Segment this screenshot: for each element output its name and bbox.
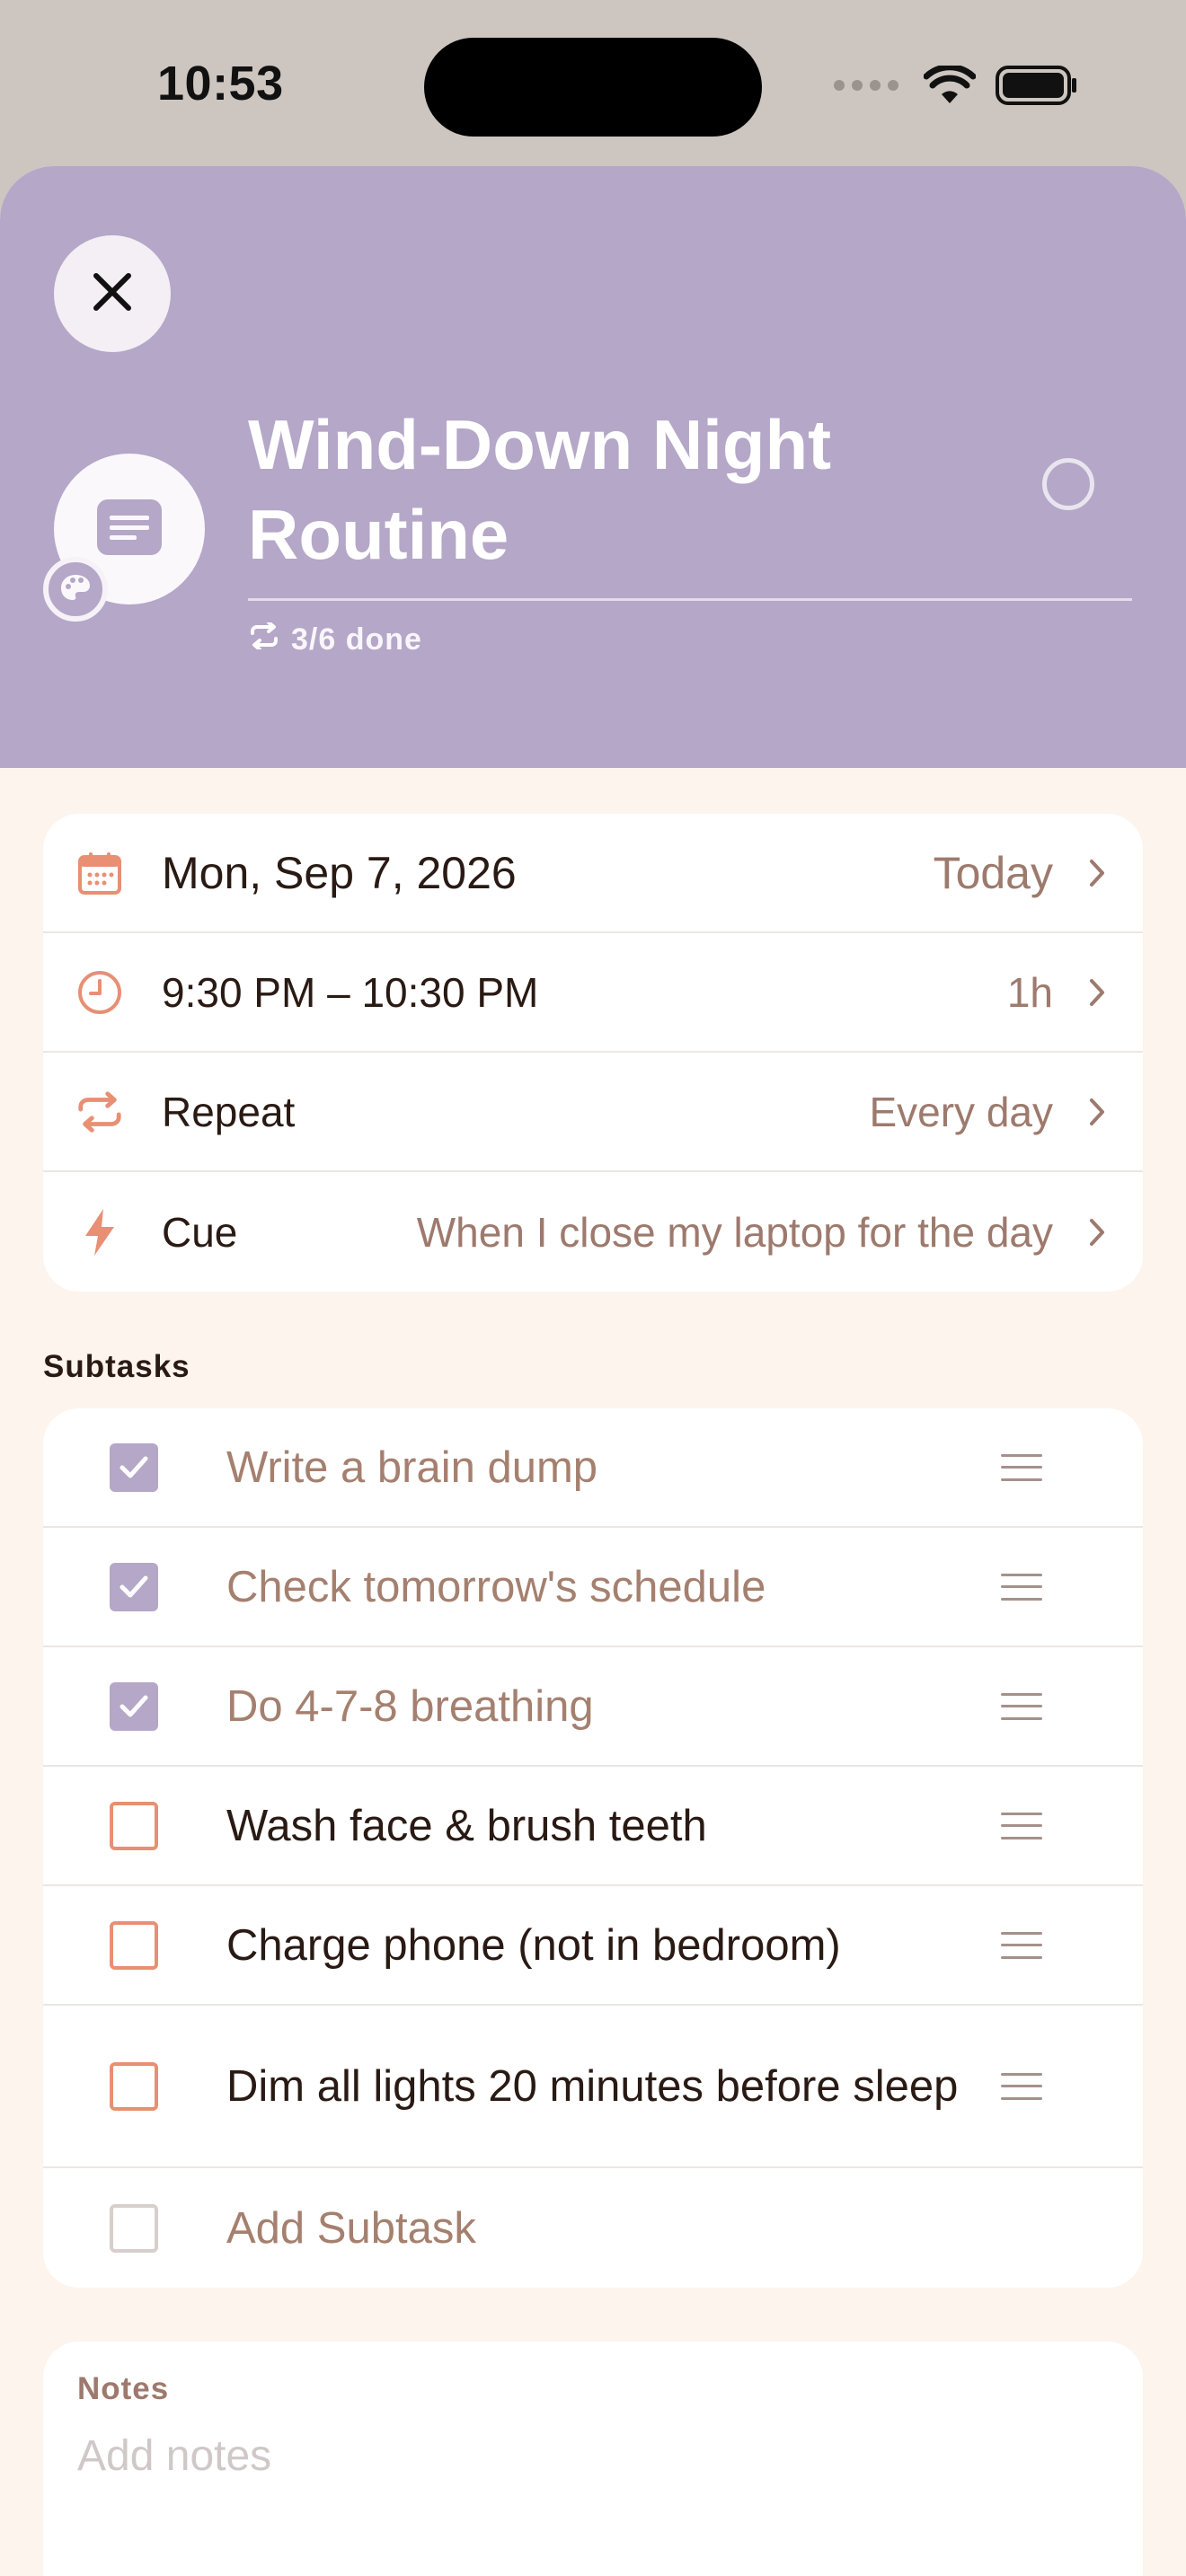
notes-input[interactable]: Add notes [77, 2431, 271, 2481]
subtask-label[interactable]: Write a brain dump [226, 1438, 963, 1497]
repeat-small-icon [248, 621, 280, 657]
wifi-icon [923, 64, 977, 110]
subtask-checkbox[interactable] [110, 2061, 158, 2111]
subtask-checkbox[interactable] [110, 1681, 158, 1731]
subtask-checkbox[interactable] [110, 1442, 158, 1492]
time-label: 9:30 PM – 10:30 PM [162, 968, 539, 1016]
add-subtask-checkbox [110, 2203, 158, 2253]
close-button[interactable] [54, 235, 171, 352]
note-icon [95, 498, 164, 561]
subtask-row[interactable]: Dim all lights 20 minutes before sleep [43, 2006, 1143, 2168]
task-header: Wind-Down Night Routine 3/6 done [0, 166, 1186, 768]
date-row[interactable]: Mon, Sep 7, 2026 Today [43, 814, 1143, 933]
task-title[interactable]: Wind-Down Night Routine [248, 400, 877, 579]
details-card: Mon, Sep 7, 2026 Today 9:30 PM – 10:30 P… [43, 814, 1143, 1292]
task-detail-sheet: Wind-Down Night Routine 3/6 done Mon, Se… [0, 166, 1186, 2576]
chevron-right-icon [1084, 1094, 1111, 1130]
add-subtask-row[interactable]: Add Subtask [43, 2168, 1143, 2288]
clock-icon [75, 968, 124, 1017]
signal-icon [832, 78, 904, 97]
lightning-icon [75, 1208, 124, 1257]
subtask-row[interactable]: Check tomorrow's schedule [43, 1528, 1143, 1647]
subtask-row[interactable]: Do 4-7-8 breathing [43, 1647, 1143, 1767]
title-underline [248, 598, 1132, 601]
duration-value: 1h [1006, 968, 1053, 1016]
chevron-right-icon [1084, 975, 1111, 1010]
dynamic-island [424, 38, 762, 137]
subtasks-section-title: Subtasks [43, 1349, 190, 1384]
repeat-value: Every day [869, 1088, 1053, 1135]
drag-handle-icon[interactable] [1001, 1931, 1042, 1959]
date-value: Today [933, 847, 1053, 898]
progress-text: 3/6 done [291, 622, 422, 657]
battery-icon [996, 65, 1078, 110]
subtask-checkbox[interactable] [110, 1801, 158, 1850]
drag-handle-icon[interactable] [1001, 1812, 1042, 1839]
subtasks-card: Write a brain dump Check tomorrow's sche… [43, 1408, 1143, 2288]
calendar-icon [75, 849, 124, 897]
subtask-label[interactable]: Wash face & brush teeth [226, 1796, 963, 1856]
cue-row[interactable]: Cue When I close my laptop for the day [43, 1172, 1143, 1292]
subtask-row[interactable]: Charge phone (not in bedroom) [43, 1886, 1143, 2006]
chevron-right-icon [1084, 1214, 1111, 1250]
chevron-right-icon [1084, 855, 1111, 891]
subtask-label[interactable]: Do 4-7-8 breathing [226, 1677, 963, 1736]
cue-value: When I close my laptop for the day [416, 1208, 1053, 1256]
date-label: Mon, Sep 7, 2026 [162, 847, 517, 898]
subtask-row[interactable]: Write a brain dump [43, 1408, 1143, 1528]
subtask-row[interactable]: Wash face & brush teeth [43, 1767, 1143, 1886]
repeat-row[interactable]: Repeat Every day [43, 1053, 1143, 1172]
add-subtask-button[interactable]: Add Subtask [226, 2199, 963, 2258]
color-palette-button[interactable] [43, 557, 108, 622]
drag-handle-icon[interactable] [1001, 1692, 1042, 1720]
drag-handle-icon[interactable] [1001, 2072, 1042, 2100]
subtask-label[interactable]: Check tomorrow's schedule [226, 1557, 963, 1617]
repeat-label: Repeat [162, 1088, 296, 1135]
notes-card: Notes Add notes [43, 2342, 1143, 2576]
subtask-progress: 3/6 done [248, 621, 422, 657]
status-time: 10:53 [157, 57, 284, 110]
subtask-label[interactable]: Charge phone (not in bedroom) [226, 1916, 963, 1975]
repeat-icon [75, 1088, 124, 1136]
subtask-checkbox[interactable] [110, 1562, 158, 1611]
close-icon [91, 270, 134, 318]
drag-handle-icon[interactable] [1001, 1453, 1042, 1481]
subtask-checkbox[interactable] [110, 1920, 158, 1970]
drag-handle-icon[interactable] [1001, 1573, 1042, 1601]
complete-task-toggle[interactable] [1042, 458, 1094, 510]
notes-title: Notes [77, 2371, 170, 2406]
palette-icon [59, 573, 92, 606]
status-bar: 10:53 [0, 0, 1186, 166]
cue-label: Cue [162, 1208, 238, 1256]
subtask-label[interactable]: Dim all lights 20 minutes before sleep [226, 2057, 963, 2116]
status-icons [832, 64, 1078, 110]
time-row[interactable]: 9:30 PM – 10:30 PM 1h [43, 933, 1143, 1053]
